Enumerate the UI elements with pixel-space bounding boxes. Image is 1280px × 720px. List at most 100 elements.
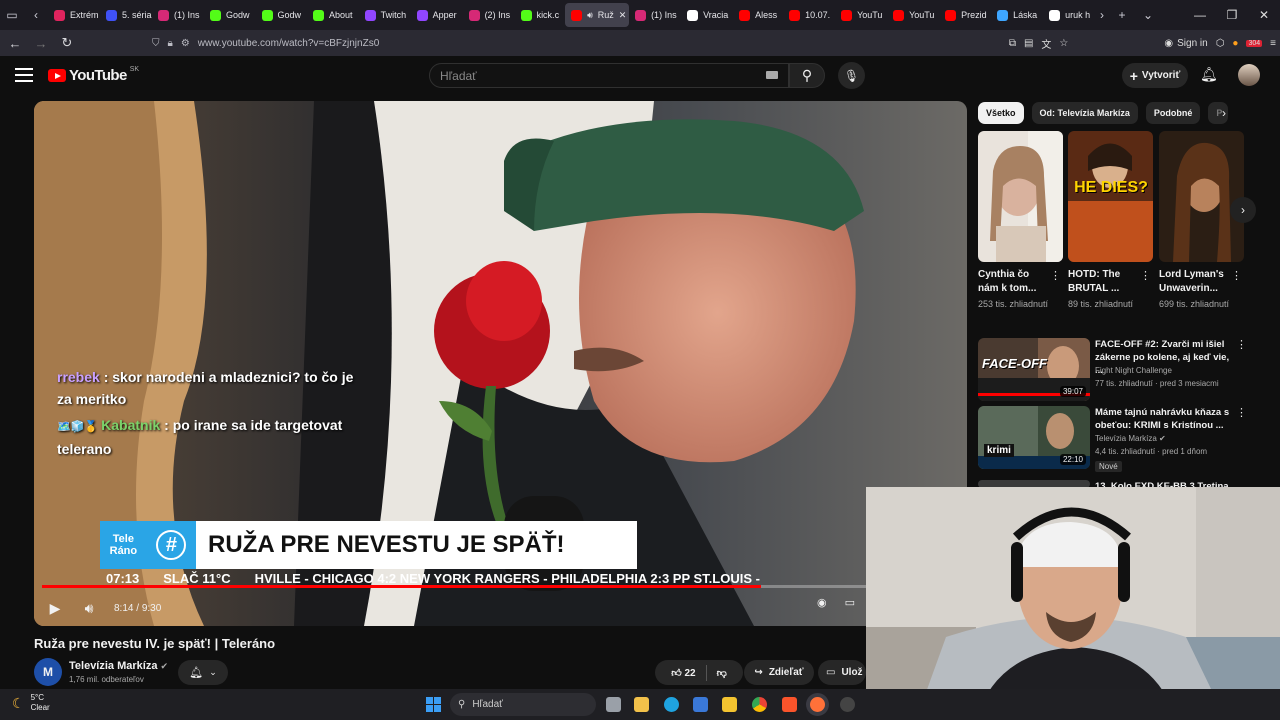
- file-explorer-icon[interactable]: [722, 697, 737, 712]
- close-window-icon[interactable]: ✕: [1248, 0, 1280, 30]
- extensions-icon[interactable]: ⬡: [1216, 38, 1225, 49]
- more-options-icon[interactable]: ⋮: [1236, 406, 1247, 419]
- chips-next-icon[interactable]: ›: [1222, 106, 1226, 120]
- picture-in-picture-icon[interactable]: ⧉: [1009, 38, 1016, 49]
- translate-icon[interactable]: 文: [1041, 36, 1051, 51]
- browser-tab[interactable]: (2) Ins: [463, 3, 515, 27]
- url-text[interactable]: www.youtube.com/watch?v=cBFzjnjnZs0: [198, 38, 379, 49]
- minimize-icon[interactable]: —: [1184, 0, 1216, 30]
- notifications-bell-icon[interactable]: 🔔︎: [1200, 66, 1218, 83]
- avatar[interactable]: [1238, 64, 1260, 86]
- chip-related[interactable]: Podobné: [1145, 102, 1201, 124]
- close-tab-icon[interactable]: ✕: [619, 10, 627, 21]
- extension-badge[interactable]: 304: [1246, 39, 1263, 47]
- browser-tab[interactable]: Godw: [204, 3, 256, 27]
- lock-icon[interactable]: 🔒︎: [168, 38, 173, 49]
- short-item[interactable]: Lord Lyman's Unwaverin... 699 tis. zhlia…: [1159, 131, 1244, 311]
- start-button[interactable]: [426, 697, 441, 712]
- like-button[interactable]: 👍︎ 22: [671, 667, 695, 679]
- chip-all[interactable]: Všetko: [978, 102, 1024, 124]
- progress-bar[interactable]: [42, 585, 867, 588]
- create-button[interactable]: + Vytvoriť: [1122, 63, 1188, 88]
- firefox-icon[interactable]: [810, 697, 825, 712]
- tab-favicon-icon: [106, 9, 117, 21]
- browser-tab-active[interactable]: 🔊︎ Ruž ✕: [565, 3, 630, 27]
- autoplay-toggle[interactable]: ◉: [817, 596, 827, 609]
- browser-tab[interactable]: Extrém: [48, 3, 100, 27]
- browser-tab[interactable]: (1) Ins: [629, 3, 681, 27]
- weather-widget[interactable]: ☾ 5°C Clear: [12, 693, 50, 713]
- related-video[interactable]: FACE-OFF 39:07 FACE-OFF #2: Zvarči mi iši…: [978, 338, 1268, 402]
- browser-tab[interactable]: Twitch: [359, 3, 411, 27]
- shorts-next-icon[interactable]: ›: [1230, 197, 1256, 223]
- short-item[interactable]: HE DIES? HOTD: The BRUTAL ... 89 tis. zh…: [1068, 131, 1153, 311]
- channel-avatar[interactable]: M: [34, 658, 62, 686]
- save-button[interactable]: ▭ Ulož: [818, 660, 866, 685]
- more-options-icon[interactable]: ⋮: [1231, 269, 1242, 282]
- store-icon[interactable]: [634, 697, 649, 712]
- sign-in-button[interactable]: ◉ Sign in: [1164, 38, 1207, 49]
- short-thumbnail[interactable]: HE DIES?: [1068, 131, 1153, 262]
- more-options-icon[interactable]: ⋮: [1050, 269, 1061, 282]
- video-thumbnail[interactable]: FACE-OFF 39:07: [978, 338, 1090, 401]
- video-thumbnail[interactable]: krimi 22:10: [978, 406, 1090, 469]
- browser-tab[interactable]: YouTu: [835, 3, 887, 27]
- search-button[interactable]: ⚲: [789, 63, 825, 88]
- browser-tab[interactable]: Godw: [256, 3, 308, 27]
- browser-tab[interactable]: 5. séria: [100, 3, 152, 27]
- short-thumbnail[interactable]: [978, 131, 1063, 262]
- reader-view-icon[interactable]: ▤: [1024, 38, 1033, 49]
- volume-icon[interactable]: 🔊︎: [76, 595, 102, 621]
- tab-list-icon[interactable]: ⌄: [1136, 0, 1160, 30]
- tabs-scroll-left-icon[interactable]: ‹: [24, 0, 48, 30]
- shield-icon[interactable]: ⛉: [152, 38, 160, 49]
- chip-from-channel[interactable]: Od: Televízia Markíza: [1031, 102, 1138, 124]
- maximize-icon[interactable]: ❐: [1216, 0, 1248, 30]
- voice-search-button[interactable]: 🎙︎: [838, 62, 865, 89]
- guide-menu-icon[interactable]: [15, 68, 33, 82]
- taskbar-search-input[interactable]: ⚲ Hľadať: [450, 693, 596, 716]
- firefox-account-icon[interactable]: ●: [1232, 38, 1238, 49]
- browser-tab[interactable]: Prezid: [939, 3, 991, 27]
- subtitles-icon[interactable]: ▭: [845, 596, 855, 609]
- forward-icon[interactable]: →: [28, 30, 54, 56]
- search-input[interactable]: Hľadať: [429, 63, 789, 88]
- tab-overview-icon[interactable]: ▭: [0, 0, 24, 30]
- browser-tab[interactable]: Láska: [991, 3, 1043, 27]
- address-bar[interactable]: ⛉ 🔒︎ ⚙︎ www.youtube.com/watch?v=cBFzjnjn…: [152, 33, 1052, 53]
- browser-tab[interactable]: uruk h: [1043, 3, 1095, 27]
- dislike-button[interactable]: 👎︎: [717, 667, 727, 679]
- share-button[interactable]: ↪ Zdieľať: [744, 660, 814, 685]
- channel-name[interactable]: Televízia Markíza ✔: [69, 660, 168, 672]
- edge-icon[interactable]: [664, 697, 679, 712]
- browser-tab[interactable]: Vracia: [681, 3, 733, 27]
- more-options-icon[interactable]: ⋮: [1140, 269, 1151, 282]
- keyboard-icon[interactable]: [766, 71, 778, 79]
- photos-icon[interactable]: [693, 697, 708, 712]
- subscribe-notifications-button[interactable]: 🔔︎ ⌄: [178, 660, 228, 685]
- youtube-logo[interactable]: YouTube SK: [48, 66, 139, 84]
- reload-icon[interactable]: ↻: [54, 30, 80, 56]
- back-icon[interactable]: ←: [2, 30, 28, 56]
- obs-icon[interactable]: [840, 697, 855, 712]
- short-item[interactable]: Cynthia čo nám k tom... 253 tis. zhliadn…: [978, 131, 1063, 311]
- browser-tab[interactable]: kick.c: [515, 3, 566, 27]
- browser-tab[interactable]: About: [307, 3, 359, 27]
- permissions-icon[interactable]: ⚙︎: [181, 38, 190, 49]
- browser-tab[interactable]: Aless: [733, 3, 783, 27]
- browser-tab[interactable]: (1) Ins: [152, 3, 204, 27]
- browser-tab[interactable]: Apper: [411, 3, 463, 27]
- audio-playing-icon[interactable]: 🔊︎: [587, 10, 593, 21]
- task-view-icon[interactable]: [606, 697, 621, 712]
- related-video[interactable]: krimi 22:10 Máme tajnú nahrávku kňaza s o…: [978, 406, 1268, 472]
- browser-tab[interactable]: 10.07.: [783, 3, 835, 27]
- short-thumbnail[interactable]: [1159, 131, 1244, 262]
- play-button[interactable]: ▶: [42, 595, 68, 621]
- browser-tab[interactable]: YouTu: [887, 3, 939, 27]
- chrome-icon[interactable]: [752, 697, 767, 712]
- brave-icon[interactable]: [782, 697, 797, 712]
- new-tab-icon[interactable]: +: [1110, 0, 1134, 30]
- more-options-icon[interactable]: ⋮: [1236, 338, 1247, 351]
- browser-menu-icon[interactable]: ≡: [1270, 38, 1276, 49]
- bookmark-star-icon[interactable]: ☆: [1059, 38, 1068, 49]
